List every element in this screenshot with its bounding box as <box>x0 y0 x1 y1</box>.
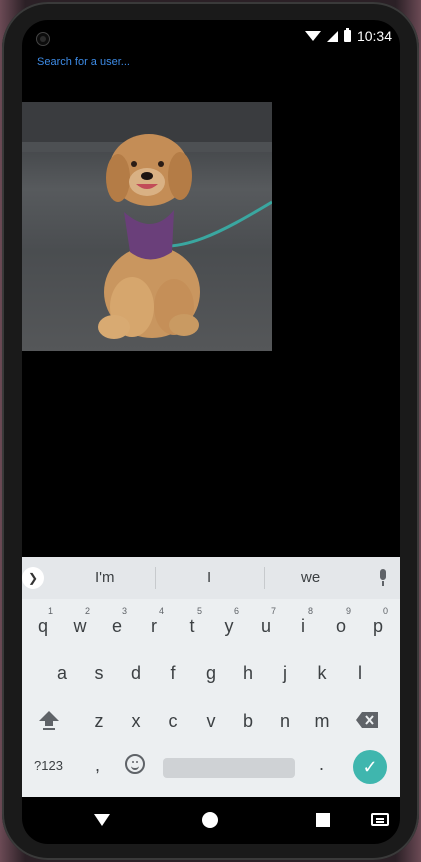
key-g[interactable]: g <box>194 653 228 693</box>
divider <box>264 567 265 589</box>
key-p[interactable]: p0 <box>361 606 395 646</box>
key-s[interactable]: s <box>82 653 116 693</box>
key-f[interactable]: f <box>156 653 190 693</box>
divider <box>155 567 156 589</box>
key-c[interactable]: c <box>156 701 190 741</box>
key-x[interactable]: x <box>119 701 153 741</box>
key-y[interactable]: y6 <box>212 606 246 646</box>
home-icon[interactable] <box>202 812 218 828</box>
comma-key[interactable]: , <box>95 755 100 776</box>
symbols-key[interactable]: ?123 <box>34 758 63 773</box>
wifi-icon <box>304 31 321 41</box>
phone-frame: 10:34 Search for a user... ❯ I'm I we q … <box>2 2 419 860</box>
recents-icon[interactable] <box>316 813 330 827</box>
dog-illustration <box>22 102 272 339</box>
search-user-link[interactable]: Search for a user... <box>37 56 130 68</box>
suggestion-3[interactable]: we <box>301 569 320 586</box>
dog-photo <box>22 102 272 351</box>
navigation-bar <box>22 800 400 844</box>
key-m[interactable]: m <box>305 701 339 741</box>
front-camera-icon <box>36 32 50 46</box>
key-l[interactable]: l <box>343 653 377 693</box>
key-t[interactable]: t5 <box>175 606 209 646</box>
screen: 10:34 Search for a user... ❯ I'm I we q … <box>22 20 400 844</box>
chevron-right-icon[interactable]: ❯ <box>22 567 44 589</box>
space-bar[interactable] <box>163 758 295 778</box>
microphone-icon[interactable] <box>378 569 388 587</box>
key-i[interactable]: i8 <box>286 606 320 646</box>
back-icon[interactable] <box>94 814 110 826</box>
key-e[interactable]: e3 <box>100 606 134 646</box>
shift-icon[interactable] <box>38 709 60 731</box>
key-w[interactable]: w2 <box>63 606 97 646</box>
key-u[interactable]: u7 <box>249 606 283 646</box>
enter-checkmark-icon[interactable]: ✓ <box>353 750 387 784</box>
keyboard-switch-icon[interactable] <box>371 813 389 826</box>
emoji-icon[interactable] <box>125 754 145 774</box>
key-z[interactable]: z <box>82 701 116 741</box>
key-j[interactable]: j <box>268 653 302 693</box>
status-icons: 10:34 <box>304 28 392 44</box>
key-a[interactable]: a <box>45 653 79 693</box>
backspace-icon[interactable] <box>355 710 379 730</box>
period-key[interactable]: . <box>319 754 324 775</box>
suggestion-1[interactable]: I'm <box>95 569 115 586</box>
clock: 10:34 <box>356 28 392 44</box>
key-d[interactable]: d <box>119 653 153 693</box>
status-bar: 10:34 <box>22 20 400 52</box>
key-n[interactable]: n <box>268 701 302 741</box>
signal-icon <box>326 30 338 42</box>
key-k[interactable]: k <box>305 653 339 693</box>
key-b[interactable]: b <box>231 701 265 741</box>
key-h[interactable]: h <box>231 653 265 693</box>
key-r[interactable]: r4 <box>137 606 171 646</box>
key-o[interactable]: o9 <box>324 606 358 646</box>
soft-keyboard: ❯ I'm I we q1 w2 e3 r4 t5 y6 u7 i8 o9 p0… <box>22 557 400 797</box>
key-q[interactable]: q1 <box>26 606 60 646</box>
suggestion-2[interactable]: I <box>207 569 211 586</box>
battery-icon <box>343 28 351 42</box>
suggestion-bar: ❯ I'm I we <box>22 557 400 599</box>
key-v[interactable]: v <box>194 701 228 741</box>
